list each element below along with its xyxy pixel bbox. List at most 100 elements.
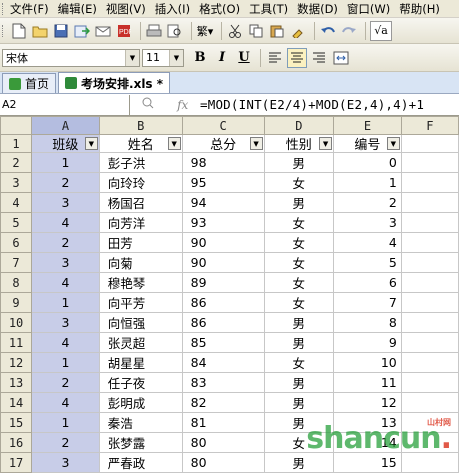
undo-icon[interactable] bbox=[319, 22, 337, 40]
cell[interactable]: 4 bbox=[31, 392, 100, 413]
cell[interactable]: 98 bbox=[181, 152, 265, 173]
new-document-icon[interactable] bbox=[10, 22, 28, 40]
header-cell[interactable]: 总分 ▼ bbox=[181, 134, 265, 153]
cell[interactable]: 严春政 bbox=[98, 452, 183, 473]
cell[interactable]: 95 bbox=[181, 172, 265, 193]
cell[interactable]: 5 bbox=[333, 252, 402, 273]
row-header[interactable]: 17 bbox=[0, 452, 33, 473]
row-header[interactable]: 9 bbox=[0, 292, 33, 313]
cell[interactable]: 女 bbox=[263, 172, 335, 193]
row-header[interactable]: 13 bbox=[0, 372, 33, 393]
column-header-c[interactable]: C bbox=[181, 116, 265, 135]
row-header[interactable]: 14 bbox=[0, 392, 33, 413]
header-cell[interactable]: 姓名 ▼ bbox=[98, 134, 183, 153]
select-all-corner[interactable] bbox=[0, 116, 33, 135]
chevron-down-icon[interactable]: ▼ bbox=[125, 49, 139, 66]
cell[interactable]: 3 bbox=[333, 212, 402, 233]
align-center-icon[interactable] bbox=[287, 47, 307, 68]
cell[interactable]: 4 bbox=[31, 272, 100, 293]
cell[interactable]: 1 bbox=[31, 412, 100, 433]
cell[interactable] bbox=[400, 292, 459, 313]
cell[interactable]: 80 bbox=[181, 452, 265, 473]
cell[interactable]: 89 bbox=[181, 272, 265, 293]
filter-dropdown-icon[interactable]: ▼ bbox=[84, 137, 98, 150]
row-header[interactable]: 12 bbox=[0, 352, 33, 373]
cell[interactable]: 男 bbox=[263, 392, 335, 413]
cell[interactable] bbox=[400, 212, 459, 233]
cell[interactable]: 彭子洪 bbox=[98, 152, 183, 173]
filter-dropdown-icon[interactable]: ▼ bbox=[249, 137, 263, 150]
toolbar-grip[interactable] bbox=[2, 2, 6, 15]
row-header[interactable]: 1 bbox=[0, 134, 33, 153]
merge-center-icon[interactable] bbox=[331, 48, 351, 68]
column-header-f[interactable]: F bbox=[400, 116, 459, 135]
paste-icon[interactable] bbox=[268, 22, 286, 40]
row-header[interactable]: 15 bbox=[0, 412, 33, 433]
cell[interactable]: 4 bbox=[333, 232, 402, 253]
cell[interactable]: 男 bbox=[263, 332, 335, 353]
formula-icon[interactable]: √a bbox=[370, 20, 392, 41]
cell[interactable]: 1 bbox=[31, 292, 100, 313]
open-folder-icon[interactable] bbox=[31, 22, 49, 40]
print-preview-icon[interactable] bbox=[166, 22, 184, 40]
format-painter-icon[interactable] bbox=[289, 22, 307, 40]
copy-icon[interactable] bbox=[247, 22, 265, 40]
row-header[interactable]: 7 bbox=[0, 252, 33, 273]
cell[interactable] bbox=[400, 332, 459, 353]
cut-icon[interactable] bbox=[226, 22, 244, 40]
menu-help[interactable]: 帮助(H) bbox=[399, 1, 440, 17]
cell[interactable]: 2 bbox=[31, 232, 100, 253]
cell[interactable] bbox=[400, 392, 459, 413]
cell[interactable]: 1 bbox=[31, 352, 100, 373]
header-cell[interactable]: 班级 ▼ bbox=[31, 134, 100, 153]
header-cell[interactable]: 编号 ▼ bbox=[333, 134, 402, 153]
cell[interactable]: 男 bbox=[263, 192, 335, 213]
row-header[interactable]: 10 bbox=[0, 312, 33, 333]
export-icon[interactable] bbox=[73, 22, 91, 40]
cell[interactable]: 穆艳琴 bbox=[98, 272, 183, 293]
cell[interactable]: 女 bbox=[263, 232, 335, 253]
header-cell[interactable]: 性别 ▼ bbox=[263, 134, 335, 153]
cell[interactable]: 10 bbox=[333, 352, 402, 373]
cell[interactable]: 94 bbox=[181, 192, 265, 213]
filter-dropdown-icon[interactable]: ▼ bbox=[167, 137, 181, 150]
font-size-select[interactable]: 11 ▼ bbox=[142, 48, 184, 67]
cell[interactable]: 任子夜 bbox=[98, 372, 183, 393]
cell[interactable]: 张梦露 bbox=[98, 432, 183, 453]
chevron-down-icon[interactable]: ▼ bbox=[169, 49, 183, 66]
cell[interactable]: 6 bbox=[333, 272, 402, 293]
cell[interactable] bbox=[400, 232, 459, 253]
row-header[interactable]: 3 bbox=[0, 172, 33, 193]
cell[interactable]: 向平芳 bbox=[98, 292, 183, 313]
cell[interactable]: 3 bbox=[31, 192, 100, 213]
traditional-chinese-icon[interactable]: 繁▾ bbox=[196, 22, 214, 40]
cell[interactable]: 7 bbox=[333, 292, 402, 313]
row-header[interactable]: 11 bbox=[0, 332, 33, 353]
cell[interactable]: 女 bbox=[263, 352, 335, 373]
row-header[interactable]: 5 bbox=[0, 212, 33, 233]
menu-tools[interactable]: 工具(T) bbox=[249, 1, 288, 17]
menu-format[interactable]: 格式(O) bbox=[199, 1, 240, 17]
cell[interactable]: 8 bbox=[333, 312, 402, 333]
align-left-icon[interactable] bbox=[265, 48, 285, 68]
row-header[interactable]: 4 bbox=[0, 192, 33, 213]
menu-insert[interactable]: 插入(I) bbox=[155, 1, 190, 17]
cell[interactable] bbox=[400, 352, 459, 373]
row-header[interactable]: 16 bbox=[0, 432, 33, 453]
cell[interactable]: 向芳洋 bbox=[98, 212, 183, 233]
cell[interactable]: 86 bbox=[181, 312, 265, 333]
cell[interactable]: 男 bbox=[263, 372, 335, 393]
cell[interactable]: 4 bbox=[31, 212, 100, 233]
cell[interactable]: 向恒强 bbox=[98, 312, 183, 333]
cell[interactable]: 张灵超 bbox=[98, 332, 183, 353]
cell[interactable]: 女 bbox=[263, 252, 335, 273]
cell[interactable] bbox=[400, 372, 459, 393]
cell[interactable]: 81 bbox=[181, 412, 265, 433]
cell[interactable]: 90 bbox=[181, 232, 265, 253]
cell[interactable]: 85 bbox=[181, 332, 265, 353]
bold-button[interactable]: B bbox=[190, 48, 210, 68]
formula-input[interactable]: =MOD(INT(E2/4)+MOD(E2,4),4)+1 bbox=[200, 97, 424, 112]
menu-edit[interactable]: 编辑(E) bbox=[58, 1, 97, 17]
menu-view[interactable]: 视图(V) bbox=[106, 1, 146, 17]
cell[interactable]: 杨国召 bbox=[98, 192, 183, 213]
